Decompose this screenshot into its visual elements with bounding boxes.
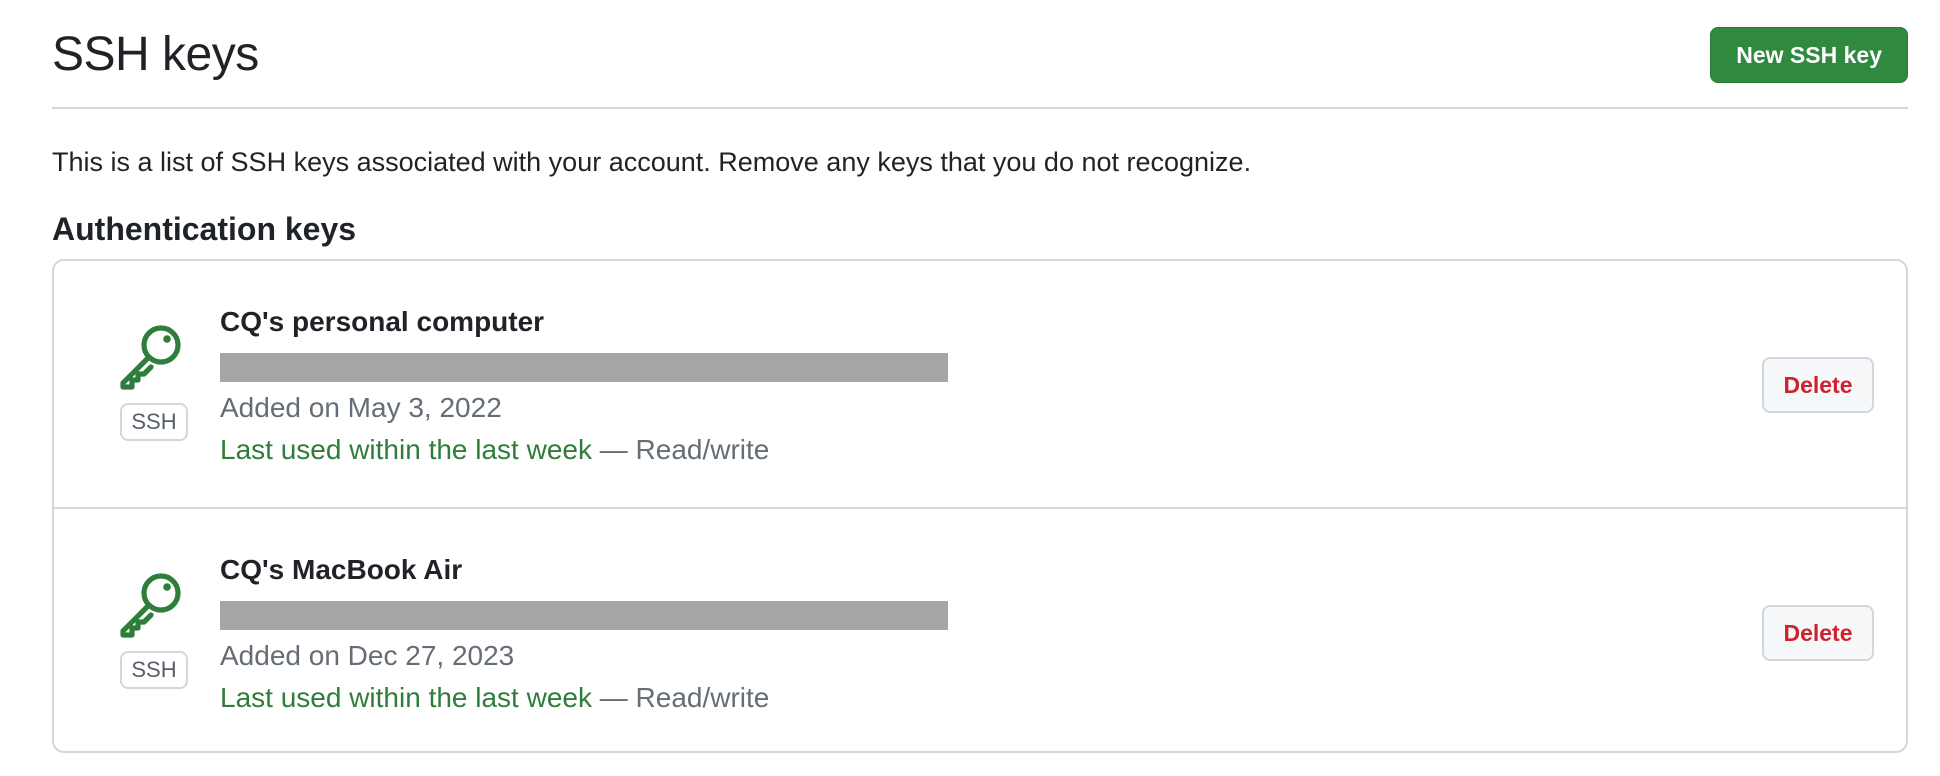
new-ssh-key-button[interactable]: New SSH key [1710, 27, 1908, 83]
key-usage: Last used within the last week — Read/wr… [220, 681, 769, 715]
delete-button[interactable]: Delete [1762, 605, 1874, 661]
key-icon [118, 571, 186, 639]
page-header: SSH keys New SSH key [52, 0, 1908, 109]
ssh-key-item: SSH CQ's MacBook Air Added on Dec 27, 20… [54, 507, 1906, 751]
key-added-date: Added on Dec 27, 2023 [220, 640, 515, 671]
delete-button[interactable]: Delete [1762, 357, 1874, 413]
key-title: CQ's MacBook Air [220, 554, 463, 585]
ssh-key-list: SSH CQ's personal computer Added on May … [52, 259, 1908, 753]
key-added-date: Added on May 3, 2022 [220, 392, 502, 423]
ssh-badge: SSH [120, 403, 188, 441]
key-icon [118, 323, 186, 391]
ssh-badge: SSH [120, 651, 188, 689]
access-level: — Read/write [599, 434, 770, 465]
redacted-fingerprint [220, 601, 948, 630]
last-used-text: Last used within the last week [220, 682, 592, 713]
key-usage: Last used within the last week — Read/wr… [220, 433, 769, 467]
ssh-key-item: SSH CQ's personal computer Added on May … [54, 261, 1906, 507]
last-used-text: Last used within the last week [220, 434, 592, 465]
section-title: Authentication keys [52, 211, 357, 247]
access-level: — Read/write [599, 682, 770, 713]
redacted-fingerprint [220, 353, 948, 382]
key-title: CQ's personal computer [220, 306, 545, 337]
ssh-keys-page: SSH keys New SSH key This is a list of S… [52, 0, 1908, 753]
intro-text: This is a list of SSH keys associated wi… [52, 147, 1252, 177]
page-title: SSH keys [52, 28, 259, 81]
